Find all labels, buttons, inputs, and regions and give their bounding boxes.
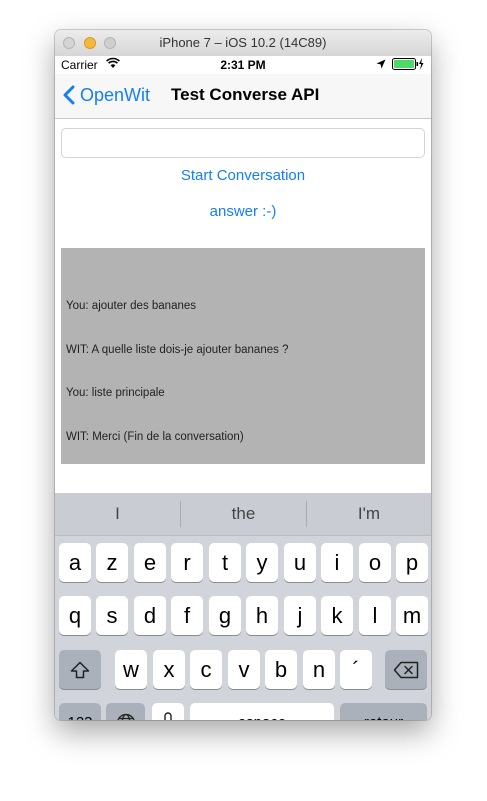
key-y[interactable]: y — [246, 543, 278, 582]
location-arrow-icon — [376, 58, 386, 72]
start-conversation-button[interactable]: Start Conversation — [55, 167, 431, 184]
key-s[interactable]: s — [96, 596, 128, 635]
message-input[interactable] — [61, 128, 425, 158]
key-n[interactable]: n — [303, 650, 335, 689]
delete-icon — [393, 661, 419, 678]
key-h[interactable]: h — [246, 596, 278, 635]
suggestion-2[interactable]: the — [181, 493, 306, 535]
key-q[interactable]: q — [59, 596, 91, 635]
key-c[interactable]: c — [190, 650, 222, 689]
space-key[interactable]: espace — [190, 703, 334, 720]
key-w[interactable]: w — [115, 650, 147, 689]
status-time: 2:31 PM — [220, 58, 266, 72]
answer-button[interactable]: answer :-) — [55, 203, 431, 220]
chevron-left-icon — [63, 85, 75, 105]
globe-key[interactable] — [106, 703, 145, 720]
return-key[interactable]: retour — [340, 703, 427, 720]
shift-icon — [70, 661, 90, 678]
key-a[interactable]: a — [59, 543, 91, 582]
simulator-window: iPhone 7 – iOS 10.2 (14C89) Carrier 2:31… — [55, 30, 431, 720]
globe-icon — [116, 713, 135, 720]
key-t[interactable]: t — [209, 543, 241, 582]
window-title: iPhone 7 – iOS 10.2 (14C89) — [159, 35, 327, 50]
key-r[interactable]: r — [171, 543, 203, 582]
log-line: You: liste principale — [66, 387, 165, 399]
key-g[interactable]: g — [209, 596, 241, 635]
dictation-key[interactable] — [152, 703, 184, 720]
key-v[interactable]: v — [228, 650, 260, 689]
key-i[interactable]: i — [321, 543, 353, 582]
log-line: WIT: A quelle liste dois-je ajouter bana… — [66, 343, 289, 356]
key-m[interactable]: m — [396, 596, 428, 635]
mic-icon — [164, 711, 172, 720]
page-title: Test Converse API — [171, 85, 320, 104]
numbers-key[interactable]: 123 — [59, 703, 101, 720]
back-button-label: OpenWit — [80, 84, 151, 105]
key-f[interactable]: f — [171, 596, 203, 635]
conversation-log-text: You: ajouter des bananes WIT: A quelle l… — [66, 270, 288, 464]
battery-charging-icon — [392, 58, 424, 73]
iphone-screen: Carrier 2:31 PM OpenWit Test Converse AP… — [55, 56, 431, 720]
status-bar: Carrier 2:31 PM — [55, 56, 431, 74]
navigation-bar: OpenWit Test Converse API — [55, 74, 431, 119]
suggestion-1[interactable]: I — [55, 493, 180, 535]
log-line: You: ajouter des bananes — [66, 300, 197, 312]
key-u[interactable]: u — [284, 543, 316, 582]
suggestion-bar: I the I'm — [55, 493, 431, 536]
key-o[interactable]: o — [359, 543, 391, 582]
window-titlebar: iPhone 7 – iOS 10.2 (14C89) — [55, 30, 431, 57]
log-line: WIT: Merci (Fin de la conversation) — [66, 430, 244, 443]
keyboard: I the I'm a z e r t y u i o p q s d f g … — [55, 493, 431, 720]
suggestion-3[interactable]: I'm — [307, 493, 431, 535]
key-k[interactable]: k — [321, 596, 353, 635]
shift-key[interactable] — [59, 650, 101, 689]
key-l[interactable]: l — [359, 596, 391, 635]
key-x[interactable]: x — [153, 650, 185, 689]
key-acute-accent[interactable]: ´ — [340, 650, 372, 689]
key-j[interactable]: j — [284, 596, 316, 635]
delete-key[interactable] — [385, 650, 427, 689]
key-e[interactable]: e — [134, 543, 166, 582]
conversation-log[interactable]: You: ajouter des bananes WIT: A quelle l… — [61, 248, 425, 464]
key-b[interactable]: b — [265, 650, 297, 689]
back-button[interactable]: OpenWit — [63, 83, 150, 107]
key-p[interactable]: p — [396, 543, 428, 582]
key-d[interactable]: d — [134, 596, 166, 635]
key-z[interactable]: z — [96, 543, 128, 582]
